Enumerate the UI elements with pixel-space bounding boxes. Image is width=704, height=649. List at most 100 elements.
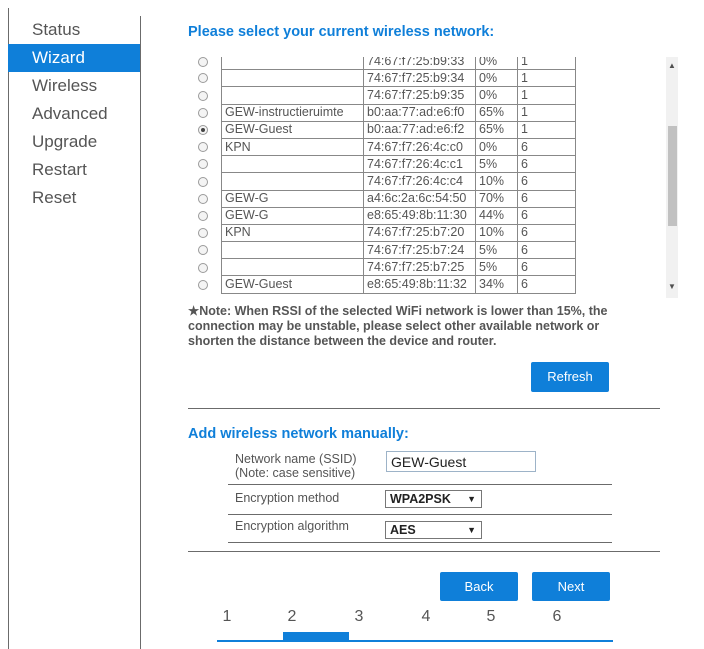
network-radio-cell[interactable] bbox=[188, 276, 222, 293]
radio-button[interactable] bbox=[198, 193, 208, 204]
network-row[interactable]: GEW-Guest e8:65:49:8b:11:32 34% 6 bbox=[188, 275, 576, 294]
refresh-button[interactable]: Refresh bbox=[531, 362, 609, 392]
form-row-divider bbox=[228, 542, 612, 543]
network-ssid: GEW-G bbox=[221, 190, 364, 208]
network-row[interactable]: GEW-G e8:65:49:8b:11:30 44% 6 bbox=[188, 207, 576, 225]
network-ssid bbox=[221, 241, 364, 260]
sidebar-item-reset[interactable]: Reset bbox=[8, 184, 140, 212]
network-channel: 6 bbox=[517, 207, 576, 225]
radio-button[interactable] bbox=[198, 262, 208, 273]
scroll-down-icon[interactable]: ▼ bbox=[668, 282, 676, 291]
network-radio-cell[interactable] bbox=[188, 224, 222, 241]
ssid-input[interactable]: GEW-Guest bbox=[386, 451, 536, 472]
network-mac: e8:65:49:8b:11:30 bbox=[363, 207, 476, 225]
step-6: 6 bbox=[552, 608, 562, 625]
network-row[interactable]: 74:67:f7:25:b7:24 5% 6 bbox=[188, 241, 576, 260]
network-channel: 6 bbox=[517, 190, 576, 208]
network-ssid bbox=[221, 69, 364, 88]
step-1: 1 bbox=[222, 608, 232, 625]
sidebar-item-status[interactable]: Status bbox=[8, 16, 140, 44]
radio-button[interactable] bbox=[198, 245, 208, 256]
radio-button[interactable] bbox=[198, 142, 208, 153]
ssid-label: Network name (SSID) (Note: case sensitiv… bbox=[235, 452, 357, 480]
network-signal: 0% bbox=[475, 69, 518, 88]
network-row[interactable]: 74:67:f7:25:b9:35 0% 1 bbox=[188, 86, 576, 105]
back-button[interactable]: Back bbox=[440, 572, 518, 601]
network-mac: 74:67:f7:25:b7:20 bbox=[363, 224, 476, 243]
network-radio-cell[interactable] bbox=[188, 156, 222, 173]
network-radio-cell[interactable] bbox=[188, 104, 222, 121]
sidebar-item-wizard[interactable]: Wizard bbox=[8, 44, 140, 72]
network-radio-cell[interactable] bbox=[188, 57, 222, 70]
network-row[interactable]: 74:67:f7:25:b9:34 0% 1 bbox=[188, 69, 576, 88]
network-signal: 70% bbox=[475, 190, 518, 208]
network-mac: e8:65:49:8b:11:32 bbox=[363, 275, 476, 294]
encryption-algorithm-label: Encryption algorithm bbox=[235, 519, 349, 533]
radio-button[interactable] bbox=[198, 159, 208, 170]
radio-button[interactable] bbox=[198, 90, 208, 101]
network-row[interactable]: GEW-G a4:6c:2a:6c:54:50 70% 6 bbox=[188, 190, 576, 208]
network-radio-cell[interactable] bbox=[188, 121, 222, 138]
sidebar: Status Wizard Wireless Advanced Upgrade … bbox=[8, 16, 141, 649]
next-button[interactable]: Next bbox=[532, 572, 610, 601]
network-list[interactable]: 74:67:f7:25:b9:33 0% 1 74:67:f7:25:b9:34 0% 1… bbox=[188, 57, 668, 298]
network-row[interactable]: KPN 74:67:f7:26:4c:c0 0% 6 bbox=[188, 138, 576, 157]
network-ssid: GEW-Guest bbox=[221, 275, 364, 294]
section-title: Please select your current wireless netw… bbox=[188, 24, 495, 40]
sidebar-item-advanced[interactable]: Advanced bbox=[8, 100, 140, 128]
network-radio-cell[interactable] bbox=[188, 259, 222, 276]
network-ssid bbox=[221, 172, 364, 191]
sidebar-item-restart[interactable]: Restart bbox=[8, 156, 140, 184]
network-channel: 1 bbox=[517, 86, 576, 105]
network-signal: 10% bbox=[475, 224, 518, 243]
ssid-label-text: Network name (SSID) bbox=[235, 452, 357, 466]
network-signal: 5% bbox=[475, 258, 518, 277]
network-mac: 74:67:f7:26:4c:c4 bbox=[363, 172, 476, 191]
network-channel: 1 bbox=[517, 69, 576, 88]
network-radio-cell[interactable] bbox=[188, 242, 222, 259]
radio-button[interactable] bbox=[198, 125, 208, 136]
network-row[interactable]: GEW-Guest b0:aa:77:ad:e6:f2 65% 1 bbox=[188, 121, 576, 139]
network-row[interactable]: KPN 74:67:f7:25:b7:20 10% 6 bbox=[188, 224, 576, 243]
radio-button[interactable] bbox=[198, 279, 208, 290]
chevron-down-icon: ▼ bbox=[467, 525, 476, 535]
network-radio-cell[interactable] bbox=[188, 173, 222, 190]
radio-button[interactable] bbox=[198, 228, 208, 239]
ssid-note-text: (Note: case sensitive) bbox=[235, 466, 356, 480]
network-channel: 6 bbox=[517, 241, 576, 260]
network-radio-cell[interactable] bbox=[188, 190, 222, 207]
network-row[interactable]: 74:67:f7:26:4c:c1 5% 6 bbox=[188, 155, 576, 174]
encryption-method-select[interactable]: WPA2PSK ▼ bbox=[385, 490, 482, 508]
radio-button[interactable] bbox=[198, 210, 208, 221]
encryption-method-label: Encryption method bbox=[235, 491, 340, 505]
network-row[interactable]: 74:67:f7:26:4c:c4 10% 6 bbox=[188, 172, 576, 191]
step-4: 4 bbox=[421, 608, 431, 625]
network-signal: 65% bbox=[475, 104, 518, 122]
sidebar-item-upgrade[interactable]: Upgrade bbox=[8, 128, 140, 156]
network-signal: 5% bbox=[475, 241, 518, 260]
network-mac: 74:67:f7:25:b9:33 bbox=[363, 57, 476, 71]
network-list-scrollbar[interactable]: ▲ ▼ bbox=[666, 57, 678, 298]
sidebar-item-wireless[interactable]: Wireless bbox=[8, 72, 140, 100]
network-radio-cell[interactable] bbox=[188, 70, 222, 87]
network-row[interactable]: 74:67:f7:25:b9:33 0% 1 bbox=[188, 57, 576, 71]
network-mac: 74:67:f7:25:b7:24 bbox=[363, 241, 476, 260]
encryption-algorithm-select[interactable]: AES ▼ bbox=[385, 521, 482, 539]
network-mac: b0:aa:77:ad:e6:f2 bbox=[363, 121, 476, 139]
scroll-up-icon[interactable]: ▲ bbox=[668, 61, 676, 70]
network-radio-cell[interactable] bbox=[188, 87, 222, 104]
network-row[interactable]: 74:67:f7:25:b7:25 5% 6 bbox=[188, 258, 576, 277]
scrollbar-thumb[interactable] bbox=[668, 126, 677, 226]
network-radio-cell[interactable] bbox=[188, 207, 222, 224]
network-radio-cell[interactable] bbox=[188, 138, 222, 155]
radio-button[interactable] bbox=[198, 57, 208, 67]
main-panel: Please select your current wireless netw… bbox=[141, 0, 704, 649]
network-channel: 6 bbox=[517, 224, 576, 243]
network-channel: 6 bbox=[517, 138, 576, 157]
radio-button[interactable] bbox=[198, 176, 208, 187]
radio-button[interactable] bbox=[198, 107, 208, 118]
radio-button[interactable] bbox=[198, 73, 208, 84]
manual-section-title: Add wireless network manually: bbox=[188, 426, 409, 442]
form-row-divider bbox=[228, 484, 612, 485]
network-row[interactable]: GEW-instructieruimte b0:aa:77:ad:e6:f0 65%… bbox=[188, 104, 576, 122]
